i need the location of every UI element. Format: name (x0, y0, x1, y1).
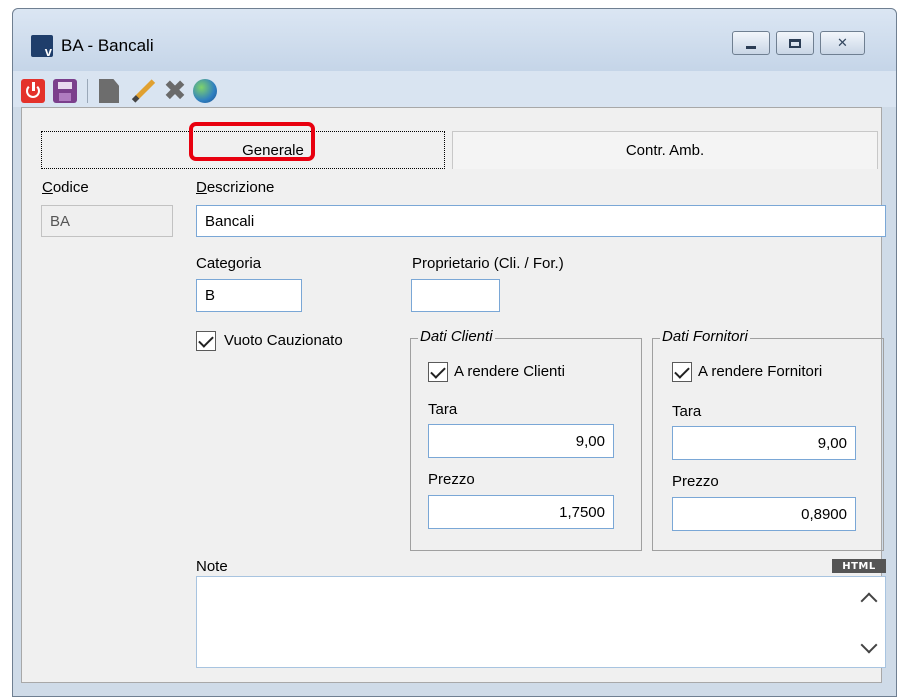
descrizione-label: Descrizione (196, 179, 275, 196)
minimize-button[interactable] (732, 31, 770, 55)
note-label: Note (196, 558, 228, 575)
categoria-label: Categoria (196, 255, 262, 272)
a-rendere-fornitori-label: A rendere Fornitori (698, 363, 823, 380)
tara-fornitori-field[interactable]: 9,00 (672, 426, 856, 460)
window-title: BA - Bancali (61, 36, 154, 55)
codice-label: Codice (42, 179, 89, 196)
descrizione-field[interactable]: Bancali (196, 205, 886, 237)
power-icon[interactable] (21, 79, 45, 103)
proprietario-field[interactable] (411, 279, 500, 312)
vuoto-cauzionato-checkbox[interactable] (196, 331, 216, 351)
proprietario-label: Proprietario (Cli. / For.) (412, 255, 564, 272)
highlight-box (189, 122, 315, 161)
globe-icon[interactable] (193, 79, 217, 103)
app-icon (31, 35, 53, 59)
maximize-button[interactable] (776, 31, 814, 55)
categoria-field[interactable]: B (196, 279, 302, 312)
close-button[interactable]: ✕ (820, 31, 865, 55)
minimize-icon (746, 45, 756, 49)
html-editor-button[interactable]: HTML (832, 559, 886, 573)
dati-fornitori-legend: Dati Fornitori (660, 328, 750, 345)
prezzo-fornitori-label: Prezzo (672, 473, 719, 490)
a-rendere-clienti-checkbox[interactable] (428, 362, 448, 382)
main-window: BA - Bancali ✕ ✖ Generale Contr. Amb. Co… (12, 8, 897, 697)
scroll-up-icon[interactable] (860, 592, 878, 610)
prezzo-fornitori-field[interactable]: 0,8900 (672, 497, 856, 531)
delete-icon[interactable]: ✖ (163, 77, 187, 105)
maximize-icon (789, 38, 801, 48)
toolbar-separator (87, 79, 88, 103)
save-icon[interactable] (53, 79, 77, 103)
codice-field: BA (41, 205, 173, 237)
new-document-icon[interactable] (99, 79, 119, 103)
vuoto-cauzionato-label: Vuoto Cauzionato (224, 332, 343, 349)
dati-clienti-group: Dati Clienti A rendere Clienti Tara 9,00… (410, 328, 642, 551)
dati-clienti-legend: Dati Clienti (418, 328, 495, 345)
tara-clienti-label: Tara (428, 401, 458, 418)
close-icon: ✕ (837, 35, 848, 50)
title-bar: BA - Bancali ✕ (13, 9, 896, 71)
tara-clienti-field[interactable]: 9,00 (428, 424, 614, 458)
note-textarea[interactable] (196, 576, 886, 668)
a-rendere-clienti-label: A rendere Clienti (454, 363, 565, 380)
tara-fornitori-label: Tara (672, 403, 702, 420)
tab-contr-amb[interactable]: Contr. Amb. (452, 131, 878, 169)
scroll-down-icon[interactable] (860, 636, 878, 654)
a-rendere-fornitori-checkbox[interactable] (672, 362, 692, 382)
tab-contr-amb-label: Contr. Amb. (625, 142, 705, 159)
toolbar: ✖ (13, 71, 896, 107)
prezzo-clienti-label: Prezzo (428, 471, 475, 488)
dati-fornitori-group: Dati Fornitori A rendere Fornitori Tara … (652, 328, 884, 551)
form-panel: Generale Contr. Amb. Codice BA Descrizio… (21, 107, 886, 683)
edit-pencil-icon[interactable] (131, 79, 155, 103)
prezzo-clienti-field[interactable]: 1,7500 (428, 495, 614, 529)
